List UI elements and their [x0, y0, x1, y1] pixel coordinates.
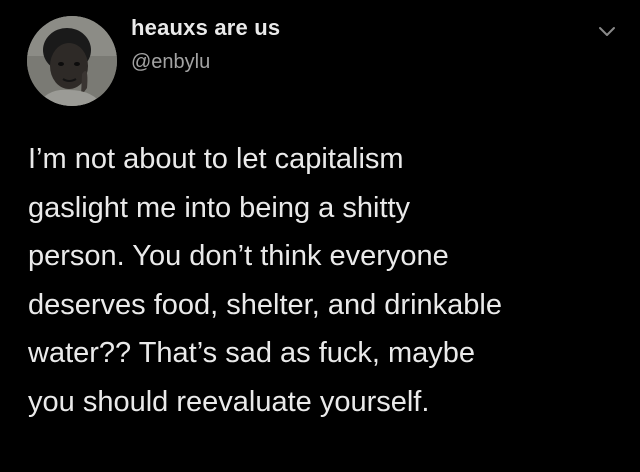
username-handle[interactable]: @enbylu	[131, 51, 210, 74]
display-name[interactable]: heauxs are us	[131, 15, 280, 41]
avatar[interactable]	[27, 16, 117, 106]
tweet-card: heauxs are us @enbylu I’m not about to l…	[0, 0, 640, 472]
tweet-text: I’m not about to let capitalism gaslight…	[28, 135, 628, 426]
tweet-text-line: I’m not about to let capitalism	[28, 143, 404, 175]
chevron-down-icon[interactable]	[594, 22, 620, 42]
tweet-text-line: gaslight me into being a shitty	[28, 191, 411, 224]
tweet-text-line: deserves food, shelter, and drinkable	[28, 288, 502, 321]
tweet-text-line: you should reevaluate yourself.	[28, 385, 430, 418]
tweet-text-line: person. You don’t think everyone	[28, 240, 449, 272]
tweet-text-line: water?? That’s sad as fuck, maybe	[28, 337, 476, 369]
avatar-photo	[27, 16, 117, 106]
